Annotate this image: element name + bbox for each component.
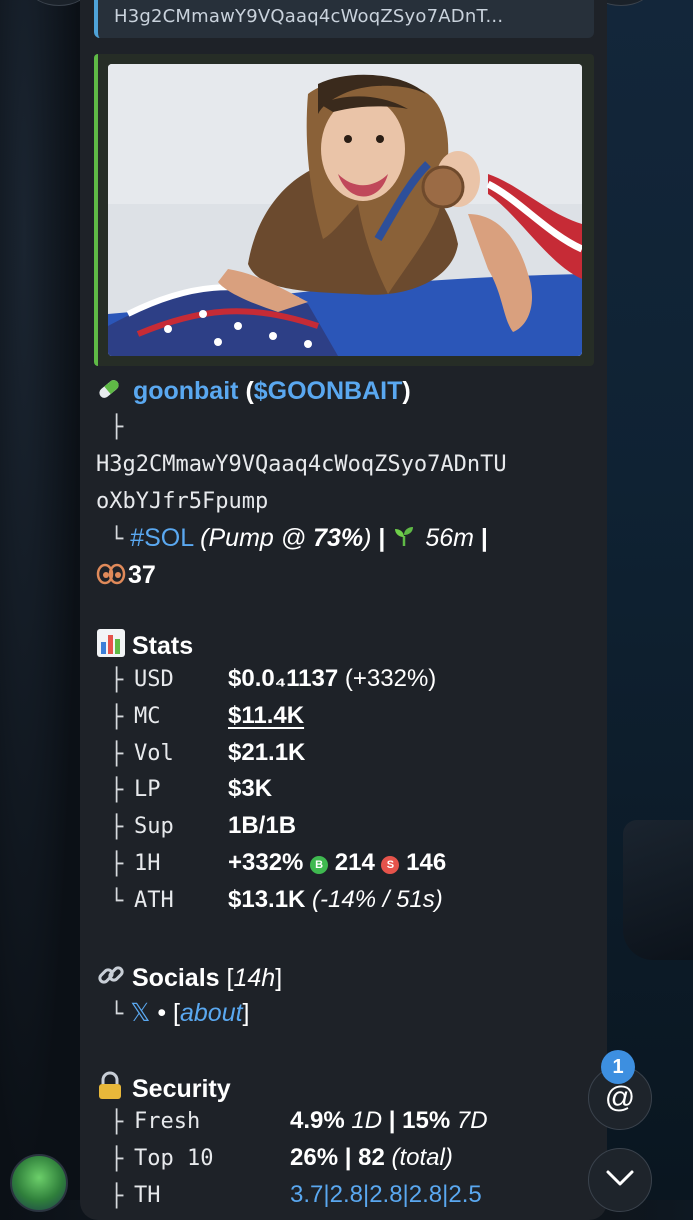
ticker-open-paren: ( [245,377,254,405]
bar-chart-icon [96,628,132,666]
stat-key-vol: Vol [134,741,174,766]
buys-count: 214 [334,849,375,876]
chain-hashtag[interactable]: #SOL [130,524,193,552]
stat-key-mc: MC [134,704,161,729]
stat-key-ath: ATH [134,888,174,913]
scroll-down-button[interactable] [588,1148,652,1212]
sec-val-top10: 26% | 82 (total) [290,1144,453,1171]
separator: | [378,524,386,552]
stat-val-1h: +332% B 214 S 146 [228,849,447,876]
sec-val-fresh: 4.9% 1D | 15% 7D [290,1107,488,1134]
wallpaper-left [0,0,80,1200]
stat-val-lp: $3K [228,775,273,802]
stats-title: Stats [132,632,194,660]
sell-badge-icon: S [381,856,400,874]
eyes-icon [96,562,128,594]
token-title: goonbait ($GOONBAIT) [96,375,411,410]
holders-count: 37 [128,561,156,589]
buy-badge-icon: B [310,856,329,874]
stat-key-sup: Sup [134,814,174,839]
stat-key-lp: LP [134,777,161,802]
x-link-icon[interactable]: 𝕏 [130,999,150,1027]
wallpaper-chair [623,820,693,960]
socials-heading: Socials [14h] [96,960,282,998]
seedling-icon [392,524,418,556]
pill-icon [96,376,126,410]
tree-end: └ [110,527,124,552]
reply-quote[interactable]: H3g2CMmawY9VQaaq4cWoqZSyo7ADnT... [94,0,594,38]
about-link[interactable]: about [180,999,243,1027]
chevron-down-icon [605,1169,635,1192]
token-name-link[interactable]: goonbait [133,377,239,405]
preview-photo-illustration [108,64,582,356]
tree-branch: ├ [110,1184,124,1209]
pump-open: (Pump @ [200,524,314,552]
mentions-count-badge: 1 [601,1050,635,1084]
tree-branch: ├ [110,815,124,840]
ticker-close-paren: ) [402,377,411,405]
tree-branch: ├ [110,852,124,877]
contract-address-line-1[interactable]: H3g2CMmawY9VQaaq4cWoqZSyo7ADnTU [96,449,507,481]
bullet-separator: • [157,999,167,1027]
tree-branch: ├ [110,668,124,693]
separator-2: | [480,524,488,552]
sec-key-top10: Top 10 [134,1146,214,1171]
contract-address-line-2[interactable]: oXbYJfr5Fpump [96,486,268,518]
security-title: Security [132,1075,231,1103]
at-icon: @ [604,1081,636,1114]
stat-val-sup: 1B/1B [228,812,297,839]
token-meta-line: └ #SOL (Pump @ 73%) | 56m | [110,522,488,556]
stat-val-mc-link[interactable]: $11.4K [228,702,304,730]
tree-branch: ├ [110,778,124,803]
link-icon [96,960,132,998]
stat-val-vol: $21.1K [228,739,306,766]
sender-avatar[interactable] [10,1154,68,1212]
socials-title: Socials [132,964,220,992]
socials-age: 14h [233,964,276,992]
reply-quote-text: H3g2CMmawY9VQaaq4cWoqZSyo7ADnT... [114,6,504,27]
ticker-link[interactable]: $GOONBAIT [254,377,403,405]
tree-end: └ [110,889,124,914]
tree-branch: ├ [110,415,124,440]
holders-line: 37 [96,559,156,594]
tree-branch: ├ [110,705,124,730]
tree-branch: ├ [110,742,124,767]
stat-val-usd: $0.0₄1137 (+332%) [228,665,437,692]
token-age: 56m [425,524,474,552]
stat-val-ath: $13.1K (-14% / 51s) [228,886,443,913]
tree-end: └ [110,1002,124,1027]
stat-key-usd: USD [134,667,174,692]
tree-branch: ├ [110,1147,124,1172]
stats-heading: Stats [96,628,193,666]
sec-key-th: TH [134,1183,161,1208]
preview-photo[interactable] [108,64,582,356]
pump-close: ) [363,524,372,552]
sells-count: 146 [406,849,447,876]
pump-percent: 73% [313,524,364,552]
stat-key-1h: 1H [134,851,161,876]
security-heading: Security [96,1071,231,1109]
sec-key-fresh: Fresh [134,1109,201,1134]
sec-val-th[interactable]: 3.7|2.8|2.8|2.8|2.5 [290,1181,482,1209]
lock-icon [96,1071,132,1109]
tree-branch: ├ [110,1110,124,1135]
wallpaper-right [607,0,693,1200]
socials-links: └ 𝕏 • [about] [110,999,250,1027]
